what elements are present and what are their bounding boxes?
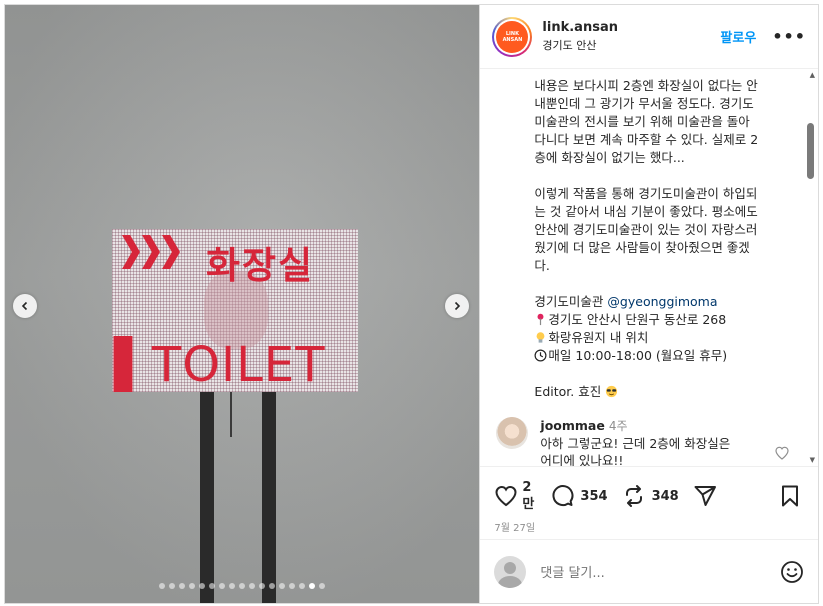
avatar[interactable]: LINK ANSAN [496, 20, 529, 53]
museum-mention-link[interactable]: @gyeonggimoma [607, 294, 717, 309]
next-slide-button[interactable] [445, 294, 469, 318]
comment-action: 354 [550, 484, 608, 508]
slide-dot [159, 583, 166, 589]
bookmark-icon[interactable] [778, 484, 802, 508]
stand-cable [230, 389, 232, 437]
username-link[interactable]: link.ansan [542, 20, 720, 35]
panel-text-korean: 화장실 [206, 244, 315, 287]
slide-dot [279, 583, 286, 589]
comment-item: joommae 4주 아하 그렇군요! 근데 2층에 화장실은 어디에 있나요!! [480, 417, 818, 466]
slide-dot [199, 583, 206, 589]
slide-dot [179, 583, 186, 589]
location-link[interactable]: 경기도 안산 [542, 37, 720, 53]
slide-dot [269, 583, 276, 589]
more-options-button[interactable]: ••• [772, 27, 806, 46]
scrollbar-thumb[interactable] [807, 123, 814, 179]
post-header: LINK ANSAN link.ansan 경기도 안산 팔로우 ••• [480, 5, 818, 69]
repost-icon[interactable] [622, 484, 646, 508]
hours-text: 매일 10:00-18:00 (월요일 휴무) [548, 348, 728, 363]
post-date[interactable]: 7월 27일 [494, 519, 806, 534]
comments-scroll-area[interactable]: 내용은 보다시피 2층엔 화장실이 없다는 안 내뿐인데 그 광기가 무서울 정… [480, 69, 818, 466]
pushpin-icon [537, 313, 544, 326]
sunglasses-emoji-icon [606, 385, 618, 398]
scroll-down-arrow-icon[interactable]: ▼ [810, 456, 815, 464]
slide-dot [209, 583, 216, 589]
slide-dot [229, 583, 236, 589]
caption-paragraph-2: 이렇게 작품을 통해 경기도미술관이 하입되 는 것 같아서 내심 기분이 좋았… [534, 186, 758, 273]
place-text: 화랑유원지 내 위치 [548, 330, 649, 345]
slide-dot [219, 583, 226, 589]
comment-input[interactable]: 댓글 달기... [540, 562, 780, 581]
repost-action: 348 [622, 484, 679, 508]
led-sign-panel: 화장실 ▌TOILET [112, 229, 358, 392]
like-action: 2 만 [494, 479, 536, 513]
chevron-left-icon [21, 301, 28, 311]
clock-icon [534, 349, 547, 362]
share-action [693, 484, 717, 508]
add-comment-bar: 댓글 달기... [480, 539, 818, 603]
caption-editor: Editor. 효진 [534, 383, 800, 401]
chevron-right-icon [454, 301, 461, 311]
caption-paragraph-1: 내용은 보다시피 2층엔 화장실이 없다는 안 내뿐인데 그 광기가 무서울 정… [534, 78, 759, 165]
comment-body: joommae 4주 아하 그렇군요! 근데 2층에 화장실은 어디에 있나요!! [540, 417, 800, 466]
slide-dot [309, 583, 316, 589]
comment-text-line-2: 어디에 있나요!! [540, 453, 624, 466]
panel-text-english: ▌TOILET [114, 337, 326, 392]
post-sidebar: LINK ANSAN link.ansan 경기도 안산 팔로우 ••• 내용은… [480, 5, 818, 603]
slide-indicator-dots [5, 583, 479, 589]
slide-dot [239, 583, 246, 589]
like-count[interactable]: 2 만 [522, 479, 536, 513]
address-text: 경기도 안산시 단원구 동산로 268 [548, 312, 727, 327]
previous-slide-button[interactable] [13, 294, 37, 318]
user-info: link.ansan 경기도 안산 [542, 20, 720, 53]
scrollbar[interactable]: ▲ ▼ [806, 69, 816, 466]
save-action [778, 484, 802, 508]
post-actions: 2 만 354 348 7월 27일 [480, 466, 818, 534]
commenter-username[interactable]: joommae [540, 418, 604, 433]
comment-bubble-icon[interactable] [550, 484, 574, 508]
slide-dot [189, 583, 196, 589]
follow-button[interactable]: 팔로우 [720, 27, 756, 46]
emoji-picker-icon[interactable] [780, 560, 804, 584]
post-image[interactable]: 화장실 ▌TOILET [5, 5, 481, 603]
slide-dot [169, 583, 176, 589]
museum-name: 경기도미술관 [534, 294, 604, 309]
caption-info-block: 경기도미술관 @gyeonggimoma 경기도 안산시 단원구 동산로 268 [534, 293, 800, 365]
slide-dot [249, 583, 256, 589]
slide-dot [259, 583, 266, 589]
stand-pole-left [200, 389, 214, 603]
arrow-chevrons-icon [122, 235, 182, 269]
stand-pole-right [262, 389, 276, 603]
comment-count[interactable]: 354 [580, 489, 607, 504]
post-caption: 내용은 보다시피 2층엔 화장실이 없다는 안 내뿐인데 그 광기가 무서울 정… [480, 69, 818, 401]
lightbulb-icon [537, 332, 545, 343]
story-ring[interactable]: LINK ANSAN [492, 16, 533, 57]
comment-text-line-1: 아하 그렇군요! 근데 2층에 화장실은 [540, 436, 731, 451]
commenter-avatar[interactable] [496, 417, 529, 449]
like-heart-icon[interactable] [494, 484, 518, 508]
slide-dot [319, 583, 326, 589]
repost-count[interactable]: 348 [652, 489, 679, 504]
post-modal: 화장실 ▌TOILET LINK ANSAN link.ansan 경기도 안산… [4, 4, 819, 604]
slide-dot [289, 583, 296, 589]
comment-like-heart-icon[interactable] [774, 445, 790, 461]
comment-time[interactable]: 4주 [609, 419, 628, 433]
scroll-up-arrow-icon[interactable]: ▲ [810, 71, 815, 79]
slide-dot [299, 583, 306, 589]
share-paper-plane-icon[interactable] [693, 484, 717, 508]
current-user-avatar [494, 555, 527, 588]
